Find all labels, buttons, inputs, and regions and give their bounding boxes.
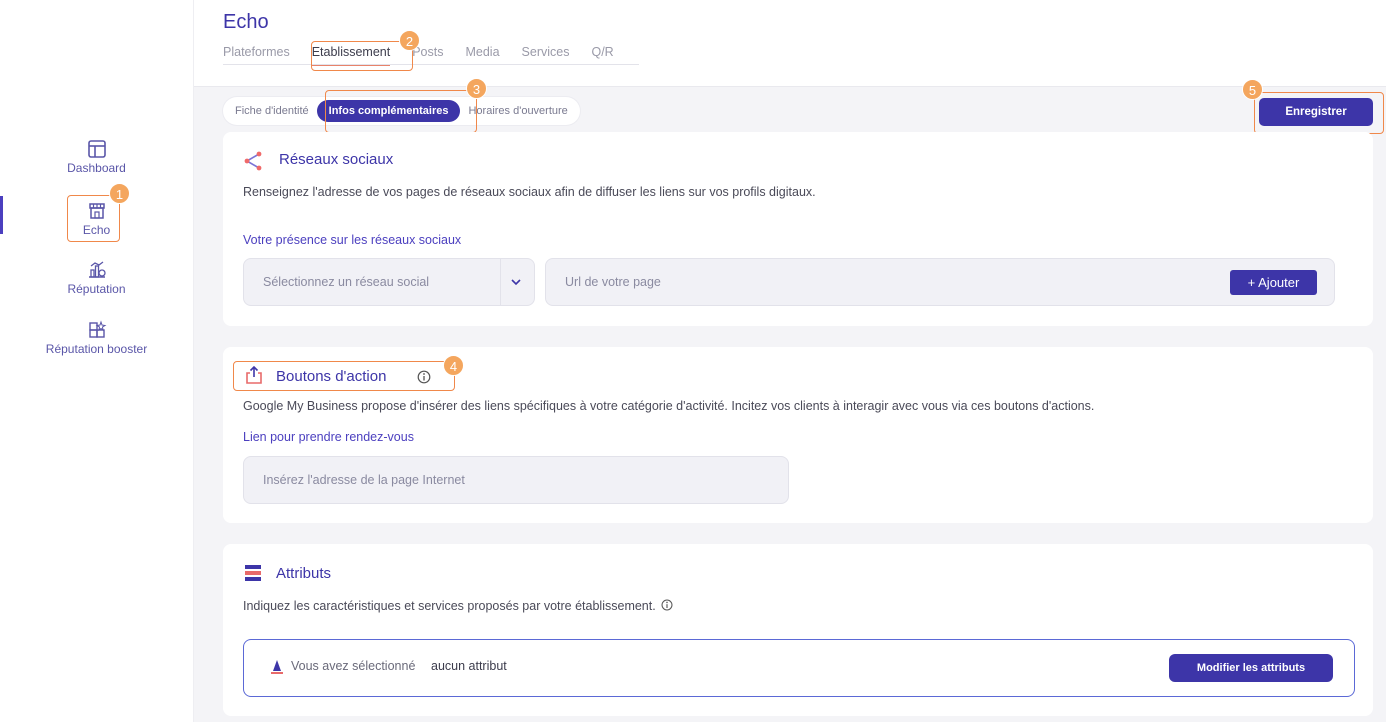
sidebar-item-dashboard[interactable]: Dashboard xyxy=(0,139,193,175)
attributes-title: Attributs xyxy=(276,565,332,582)
page-title: Echo xyxy=(223,11,269,33)
add-label: Ajouter xyxy=(1258,275,1300,290)
tab-qr[interactable]: Q/R xyxy=(591,45,613,66)
sidebar-item-label: Réputation xyxy=(67,282,126,296)
attributes-description: Indiquez les caractéristiques et service… xyxy=(243,599,673,613)
selected-prefix: Vous avez sélectionné xyxy=(291,659,416,673)
url-placeholder: Url de votre page xyxy=(565,275,661,289)
add-social-button[interactable]: + Ajouter xyxy=(1230,270,1317,295)
actions-description: Google My Business propose d'insérer des… xyxy=(243,399,1095,413)
info-icon[interactable] xyxy=(661,599,673,611)
sidebar-item-label: Dashboard xyxy=(67,161,126,175)
sidebar-item-label: Réputation booster xyxy=(45,342,148,356)
sidebar-item-reputation[interactable]: Réputation xyxy=(0,260,193,296)
modify-attributes-button[interactable]: Modifier les attributs xyxy=(1169,654,1333,682)
social-title: Réseaux sociaux xyxy=(279,151,394,168)
main-tabs: Plateformes Etablissement Posts Media Se… xyxy=(223,45,636,66)
tabs-divider xyxy=(223,64,639,65)
server-icon xyxy=(245,565,261,581)
selected-value: aucun attribut xyxy=(431,659,507,673)
cone-icon xyxy=(271,660,283,674)
appointment-link-label: Lien pour prendre rendez-vous xyxy=(243,430,414,444)
tab-plateformes[interactable]: Plateformes xyxy=(223,45,290,66)
tab-media[interactable]: Media xyxy=(465,45,499,66)
attributes-card: Attributs Indiquez les caractéristiques … xyxy=(223,544,1373,716)
dashboard-icon xyxy=(87,140,106,158)
tab-posts[interactable]: Posts xyxy=(412,45,443,66)
highlight-etablissement xyxy=(311,41,413,71)
share-icon xyxy=(244,151,262,171)
marker-3: 3 xyxy=(466,78,487,99)
header: Echo Plateformes Etablissement Posts Med… xyxy=(194,0,1386,87)
attributes-selection-box: Vous avez sélectionné aucun attribut Mod… xyxy=(243,639,1355,697)
reputation-icon xyxy=(88,261,106,278)
social-url-input[interactable]: Url de votre page + Ajouter xyxy=(545,258,1335,306)
highlight-save xyxy=(1254,92,1384,134)
social-presence-label: Votre présence sur les réseaux sociaux xyxy=(243,233,462,247)
appointment-placeholder: Insérez l'adresse de la page Internet xyxy=(263,473,465,487)
highlight-actions xyxy=(233,361,455,391)
sidebar: Dashboard Echo Réputation Réputation boo… xyxy=(0,0,194,722)
social-network-select[interactable]: Sélectionnez un réseau social xyxy=(243,258,535,306)
marker-5: 5 xyxy=(1242,79,1263,100)
sidebar-item-reputation-booster[interactable]: Réputation booster xyxy=(0,320,193,356)
select-divider xyxy=(500,259,501,305)
marker-4: 4 xyxy=(443,355,464,376)
subtab-horaires[interactable]: Horaires d'ouverture xyxy=(460,100,575,122)
tab-services[interactable]: Services xyxy=(522,45,570,66)
attributes-description-text: Indiquez les caractéristiques et service… xyxy=(243,599,656,613)
plus-icon: + xyxy=(1247,275,1259,290)
highlight-echo xyxy=(67,195,120,242)
chevron-down-icon xyxy=(511,279,521,286)
highlight-infos xyxy=(325,90,477,133)
booster-icon xyxy=(88,320,106,338)
social-card: Réseaux sociaux Renseignez l'adresse de … xyxy=(223,132,1373,326)
main-content: Echo Plateformes Etablissement Posts Med… xyxy=(194,0,1386,722)
subtab-fiche-identite[interactable]: Fiche d'identité xyxy=(227,100,317,122)
appointment-link-input[interactable]: Insérez l'adresse de la page Internet xyxy=(243,456,789,504)
select-placeholder: Sélectionnez un réseau social xyxy=(263,275,430,289)
marker-1: 1 xyxy=(109,183,130,204)
marker-2: 2 xyxy=(399,30,420,51)
social-description: Renseignez l'adresse de vos pages de rés… xyxy=(243,185,816,199)
